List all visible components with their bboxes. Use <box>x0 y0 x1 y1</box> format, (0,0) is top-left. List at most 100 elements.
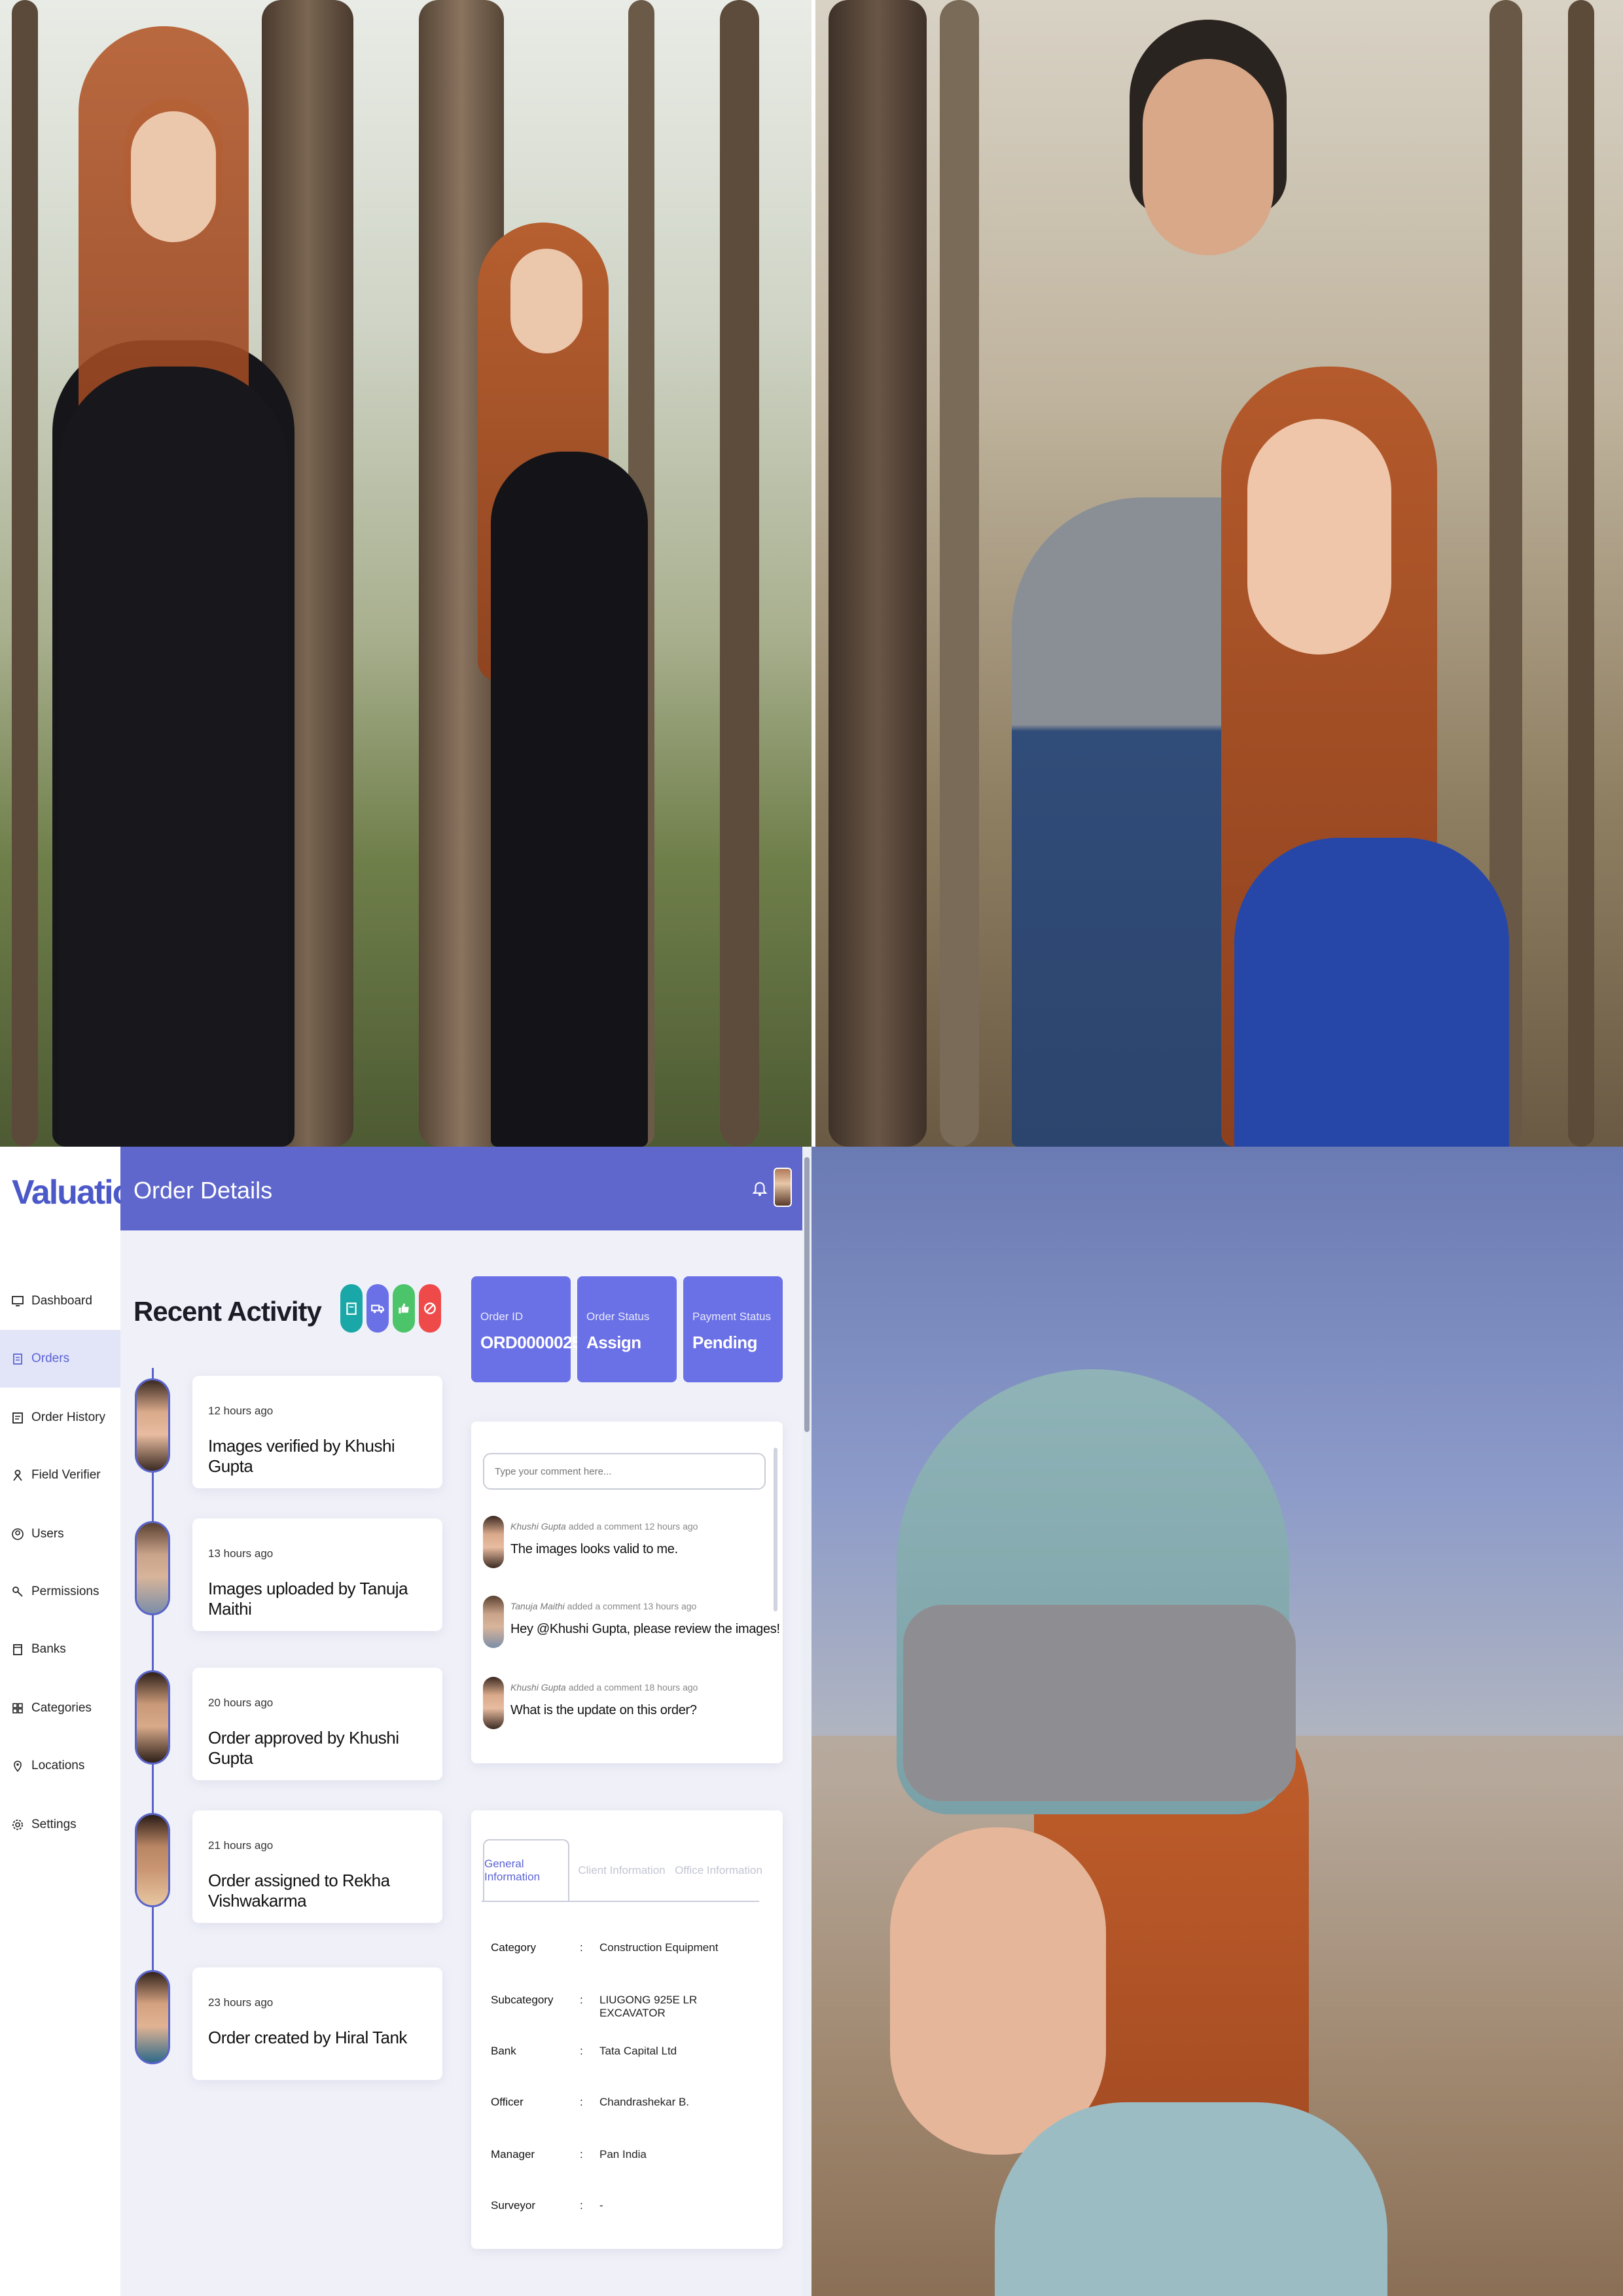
comment-author[interactable]: Tanuja Maithi <box>510 1601 565 1611</box>
sidebar-item-settings[interactable]: Settings <box>0 1796 120 1854</box>
comment-meta: Khushi Gupta added a comment 12 hours ag… <box>510 1521 698 1532</box>
activity-card: 23 hours ago Order created by Hiral Tank <box>192 1967 442 2080</box>
comment-meta-text: added a comment 13 hours ago <box>567 1601 697 1611</box>
info-value: Tata Capital Ltd <box>599 2045 677 2057</box>
sidebar-item-order-history[interactable]: Order History <box>0 1389 120 1446</box>
document-icon <box>346 1302 357 1315</box>
activity-time: 13 hours ago <box>208 1547 274 1560</box>
reject-action-button[interactable] <box>419 1284 441 1333</box>
order-id-card: Order ID ORD00000250 <box>471 1276 590 1382</box>
sidebar-item-banks[interactable]: Banks <box>0 1621 120 1678</box>
approve-action-button[interactable] <box>393 1284 415 1333</box>
user-avatar[interactable] <box>774 1168 792 1207</box>
info-row-subcategory: Subcategory : LIUGONG 925E LR EXCAVATOR <box>491 1994 766 2020</box>
app-window: Valuation Dashboard Orders Order History… <box>0 1147 812 2296</box>
comment-input[interactable] <box>483 1453 766 1490</box>
comments-scrollbar-thumb[interactable] <box>774 1448 777 1611</box>
info-label: Surveyor <box>491 2199 536 2212</box>
comment-meta: Tanuja Maithi added a comment 13 hours a… <box>510 1601 696 1611</box>
activity-time: 20 hours ago <box>208 1696 274 1709</box>
comment-text: What is the update on this order? <box>510 1703 697 1717</box>
info-label: Category <box>491 1941 536 1954</box>
info-label: Subcategory <box>491 1994 554 2006</box>
sidebar: Valuation Dashboard Orders Order History… <box>0 1147 152 2296</box>
tab-office-information[interactable]: Office Information <box>673 1839 764 1902</box>
activity-text: Order created by Hiral Tank <box>208 2028 407 2047</box>
beanie-photo-woman <box>812 1147 1623 2296</box>
thumbs-up-icon <box>399 1303 409 1314</box>
comment-meta-text: added a comment 18 hours ago <box>568 1682 698 1693</box>
user-icon <box>10 1527 25 1541</box>
bank-icon <box>10 1642 25 1657</box>
bell-icon[interactable] <box>751 1179 768 1196</box>
sidebar-item-dashboard[interactable]: Dashboard <box>0 1272 120 1330</box>
info-row-bank: Bank : Tata Capital Ltd <box>491 2045 677 2057</box>
payment-status-label: Payment Status <box>692 1310 772 1323</box>
comment-author[interactable]: Khushi Gupta <box>510 1521 566 1532</box>
sidebar-item-label: Orders <box>31 1352 70 1365</box>
sidebar-item-label: Dashboard <box>31 1294 92 1308</box>
sidebar-item-label: Settings <box>31 1818 77 1831</box>
document-action-button[interactable] <box>340 1284 363 1333</box>
sidebar-item-permissions[interactable]: Permissions <box>0 1563 120 1621</box>
activity-text: Images uploaded by Tanuja Maithi <box>208 1579 408 1619</box>
order-status-label: Order Status <box>586 1310 650 1323</box>
comment-meta: Khushi Gupta added a comment 18 hours ag… <box>510 1682 698 1693</box>
payment-status-card: Payment Status Pending <box>683 1276 783 1382</box>
activity-time: 12 hours ago <box>208 1405 274 1417</box>
avatar <box>135 1670 170 1765</box>
sidebar-item-categories[interactable]: Categories <box>0 1679 120 1737</box>
avatar <box>135 1521 170 1615</box>
comment-meta-text: added a comment 12 hours ago <box>568 1521 698 1532</box>
comment-author[interactable]: Khushi Gupta <box>510 1682 566 1693</box>
activity-text: Order assigned to Rekha Vishwakarma <box>208 1871 390 1910</box>
grid-icon <box>10 1701 25 1715</box>
sidebar-item-orders[interactable]: Orders <box>0 1330 120 1388</box>
tab-client-information[interactable]: Client Information <box>576 1839 668 1902</box>
avatar <box>135 1813 170 1907</box>
order-status-value: Assign <box>586 1333 641 1352</box>
comment-text: The images looks valid to me. <box>510 1542 678 1556</box>
avatar <box>483 1677 504 1729</box>
activity-card: 21 hours ago Order assigned to Rekha Vis… <box>192 1810 442 1923</box>
order-id-label: Order ID <box>480 1310 524 1323</box>
avatar <box>135 1378 170 1473</box>
info-row-manager: Manager : Pan India <box>491 2148 647 2161</box>
forest-photo-woman <box>0 0 812 1147</box>
order-status-card: Order Status Assign <box>577 1276 677 1382</box>
activity-time: 21 hours ago <box>208 1839 274 1852</box>
truck-icon <box>371 1304 384 1314</box>
order-info-panel: General Information Client Information O… <box>471 1810 783 2249</box>
scrollbar-thumb[interactable] <box>804 1157 810 1432</box>
sidebar-item-field-verifier[interactable]: Field Verifier <box>0 1446 120 1504</box>
block-icon <box>424 1302 436 1314</box>
truck-action-button[interactable] <box>366 1284 389 1333</box>
sidebar-item-label: Banks <box>31 1642 66 1656</box>
recent-activity-title: Recent Activity <box>134 1296 322 1327</box>
info-row-officer: Officer : Chandrashekar B. <box>491 2096 690 2108</box>
sidebar-item-locations[interactable]: Locations <box>0 1737 120 1795</box>
comments-scrollbar[interactable] <box>774 1435 777 1749</box>
sidebar-item-label: Users <box>31 1527 64 1541</box>
activity-text: Order approved by Khushi Gupta <box>208 1728 399 1768</box>
info-value: Chandrashekar B. <box>599 2096 690 2108</box>
info-value: LIUGONG 925E LR EXCAVATOR <box>599 1994 698 2019</box>
sidebar-item-label: Field Verifier <box>31 1468 101 1482</box>
forest-photo-couple <box>815 0 1623 1147</box>
tab-general-information[interactable]: General Information <box>483 1839 569 1902</box>
info-label: Officer <box>491 2096 524 2108</box>
comment-text: Hey @Khushi Gupta, please review the ima… <box>510 1622 780 1636</box>
tab-divider <box>482 1901 759 1902</box>
info-row-category: Category : Construction Equipment <box>491 1941 719 1954</box>
order-id-value: ORD00000250 <box>480 1333 590 1352</box>
clipboard-icon <box>10 1352 25 1366</box>
key-icon <box>10 1585 25 1599</box>
page-scrollbar[interactable] <box>802 1147 812 2296</box>
sidebar-item-label: Order History <box>31 1410 105 1424</box>
activity-card: 20 hours ago Order approved by Khushi Gu… <box>192 1668 442 1780</box>
sidebar-item-label: Categories <box>31 1701 92 1715</box>
sidebar-item-label: Locations <box>31 1759 85 1772</box>
gear-icon <box>10 1818 25 1832</box>
order-details-content: Recent Activity 12 hours ago Images veri… <box>120 1230 802 2296</box>
sidebar-item-users[interactable]: Users <box>0 1505 120 1563</box>
